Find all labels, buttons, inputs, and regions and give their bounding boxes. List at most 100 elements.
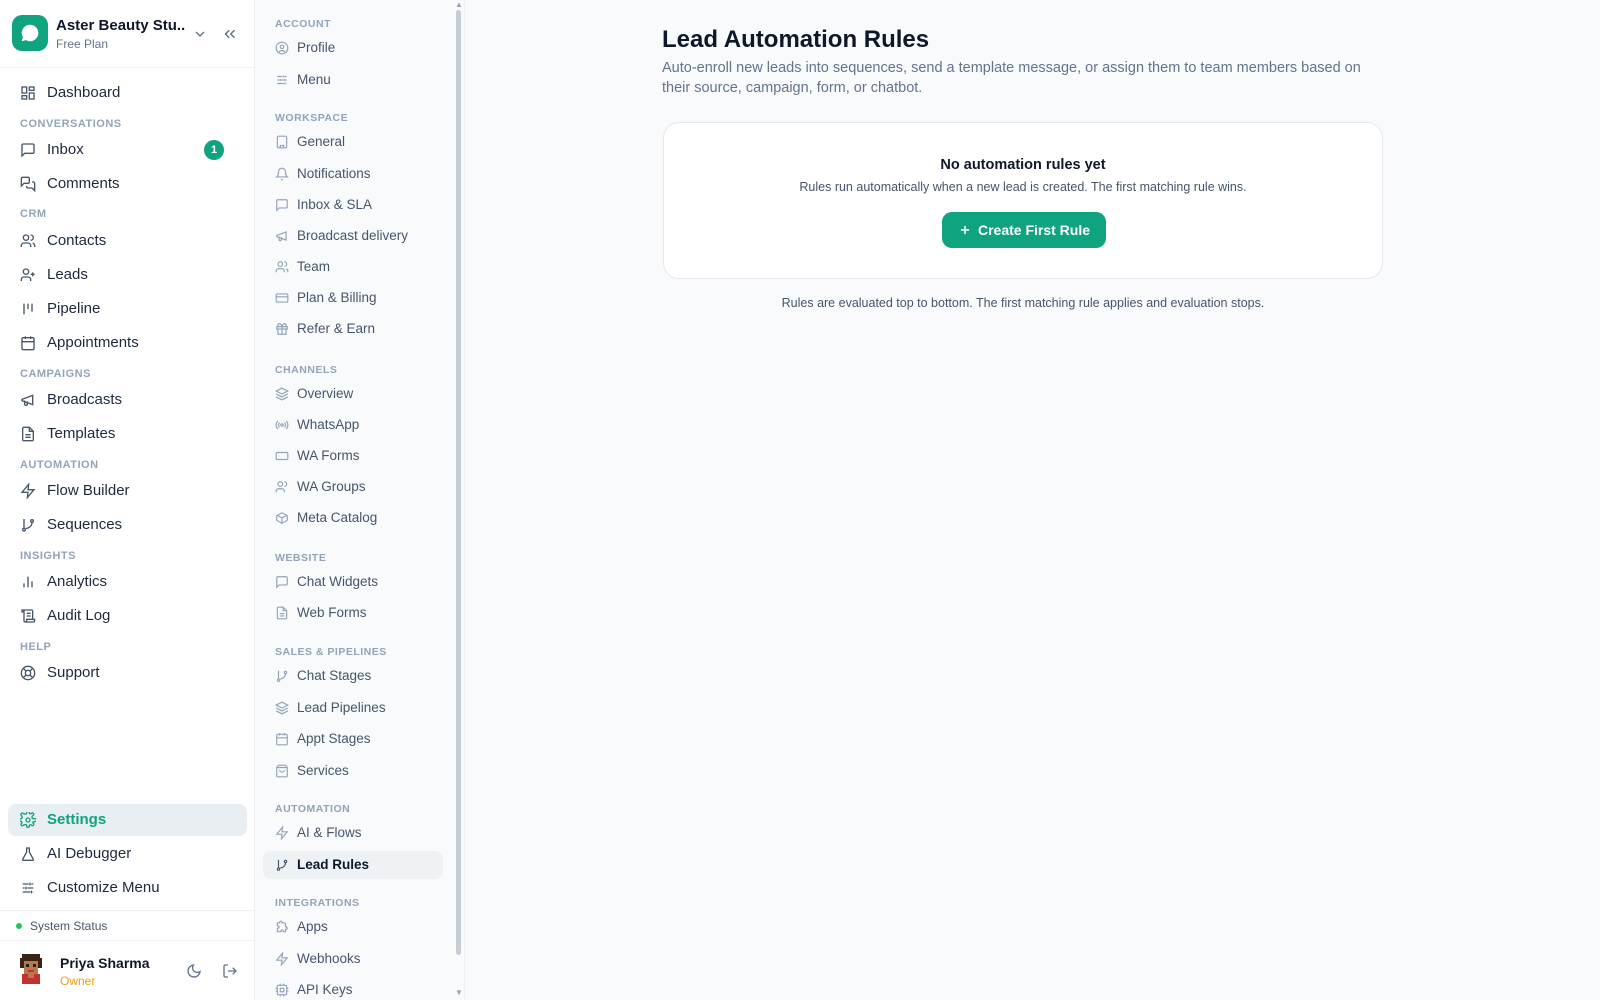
settings-item-label: AI & Flows [297, 825, 362, 840]
settings-item-whatsapp[interactable]: WhatsApp [263, 411, 443, 439]
create-first-rule-button[interactable]: Create First Rule [942, 212, 1106, 248]
sidebar-item-sequences[interactable]: Sequences [8, 509, 247, 541]
settings-item-label: Profile [297, 40, 336, 55]
scroll-up-arrow-icon[interactable]: ▲ [455, 0, 463, 9]
sliders-icon [20, 880, 36, 896]
gift-icon [275, 322, 289, 336]
message-square-icon [275, 575, 289, 589]
settings-section-workspace: WORKSPACE [275, 112, 349, 124]
scroll-down-arrow-icon[interactable]: ▼ [455, 988, 463, 997]
create-first-rule-label: Create First Rule [977, 222, 1091, 238]
settings-item-inbox-sla[interactable]: Inbox & SLA [263, 191, 443, 219]
settings-item-overview[interactable]: Overview [263, 380, 443, 408]
radio-icon [275, 418, 289, 432]
settings-item-label: Overview [297, 386, 354, 401]
main-sidebar: Aster Beauty Stu... Free Plan Dashboard … [0, 0, 255, 1000]
zap-icon [275, 826, 289, 840]
comments-icon [20, 176, 36, 192]
section-campaigns: CAMPAIGNS [20, 368, 91, 380]
settings-item-label: Inbox & SLA [297, 197, 373, 212]
settings-section-channels: CHANNELS [275, 364, 338, 376]
settings-item-broadcast-delivery[interactable]: Broadcast delivery [263, 222, 443, 250]
section-insights: INSIGHTS [20, 550, 76, 562]
workspace-switcher[interactable]: Aster Beauty Stu... Free Plan [0, 0, 255, 68]
sidebar-item-ai-debugger[interactable]: AI Debugger [8, 838, 247, 870]
section-help: HELP [20, 641, 52, 653]
users-icon [275, 260, 289, 274]
cpu-icon [275, 983, 289, 997]
settings-item-api-keys[interactable]: API Keys [263, 976, 443, 1000]
sidebar-item-contacts[interactable]: Contacts [8, 225, 247, 257]
settings-item-wa-forms[interactable]: WA Forms [263, 442, 443, 470]
collapse-sidebar-icon[interactable] [221, 25, 239, 43]
settings-item-chat-stages[interactable]: Chat Stages [263, 662, 443, 690]
sidebar-item-label: Comments [47, 175, 120, 192]
chevron-down-icon[interactable] [192, 26, 208, 42]
settings-item-web-forms[interactable]: Web Forms [263, 599, 443, 627]
git-branch-icon [275, 858, 289, 872]
evaluation-footnote: Rules are evaluated top to bottom. The f… [781, 296, 1265, 310]
sidebar-item-flow-builder[interactable]: Flow Builder [8, 475, 247, 507]
settings-item-chat-widgets[interactable]: Chat Widgets [263, 568, 443, 596]
settings-item-services[interactable]: Services [263, 757, 443, 785]
layers-icon [275, 701, 289, 715]
settings-item-menu[interactable]: Menu [263, 66, 443, 94]
settings-item-profile[interactable]: Profile [263, 34, 443, 62]
sidebar-item-support[interactable]: Support [8, 657, 247, 689]
settings-item-lead-rules[interactable]: Lead Rules [263, 851, 443, 879]
user-circle-icon [275, 41, 289, 55]
avatar[interactable] [16, 952, 46, 984]
sidebar-item-pipeline[interactable]: Pipeline [8, 293, 247, 325]
settings-item-general[interactable]: General [263, 128, 443, 156]
sidebar-item-appointments[interactable]: Appointments [8, 327, 247, 359]
settings-item-webhooks[interactable]: Webhooks [263, 945, 443, 973]
sidebar-item-label: Contacts [47, 232, 107, 249]
git-branch-icon [20, 517, 36, 533]
sidebar-item-dashboard[interactable]: Dashboard [8, 77, 247, 109]
megaphone-icon [275, 229, 289, 243]
building-icon [275, 135, 289, 149]
settings-item-label: WA Groups [297, 479, 366, 494]
empty-state-card: No automation rules yet Rules run automa… [663, 122, 1383, 279]
settings-item-refer-earn[interactable]: Refer & Earn [263, 315, 443, 343]
sidebar-item-analytics[interactable]: Analytics [8, 566, 247, 598]
sidebar-item-customize-menu[interactable]: Customize Menu [8, 872, 247, 904]
file-text-icon [275, 606, 289, 620]
users-icon [20, 233, 36, 249]
shopping-bag-icon [275, 764, 289, 778]
page-description: Auto-enroll new leads into sequences, se… [662, 60, 1361, 96]
settings-item-apps[interactable]: Apps [263, 913, 443, 941]
settings-item-label: Menu [297, 72, 331, 87]
settings-item-appt-stages[interactable]: Appt Stages [263, 725, 443, 753]
sidebar-item-inbox[interactable]: Inbox 1 [8, 134, 247, 166]
workspace-name: Aster Beauty Stu... [56, 17, 186, 34]
settings-item-meta-catalog[interactable]: Meta Catalog [263, 504, 443, 532]
settings-item-label: Broadcast delivery [297, 228, 409, 243]
settings-item-lead-pipelines[interactable]: Lead Pipelines [263, 694, 443, 722]
sidebar-item-settings[interactable]: Settings [8, 804, 247, 836]
sidebar-item-label: Audit Log [47, 607, 111, 624]
sidebar-item-label: Leads [47, 266, 88, 283]
settings-item-plan-billing[interactable]: Plan & Billing [263, 284, 443, 312]
settings-nav-scrollbar[interactable] [456, 10, 461, 955]
sidebar-item-leads[interactable]: Leads [8, 259, 247, 291]
sidebar-item-audit-log[interactable]: Audit Log [8, 600, 247, 632]
sidebar-item-broadcasts[interactable]: Broadcasts [8, 384, 247, 416]
logout-icon[interactable] [222, 963, 238, 979]
sidebar-item-label: Pipeline [47, 300, 101, 317]
calendar-icon [275, 732, 289, 746]
file-text-icon [20, 426, 36, 442]
settings-item-ai-flows[interactable]: AI & Flows [263, 819, 443, 847]
settings-item-notifications[interactable]: Notifications [263, 160, 443, 188]
user-profile: Priya Sharma Owner [0, 940, 255, 1000]
settings-item-wa-groups[interactable]: WA Groups [263, 473, 443, 501]
sidebar-item-label: Settings [47, 811, 107, 828]
settings-item-label: Meta Catalog [297, 510, 378, 525]
settings-item-team[interactable]: Team [263, 253, 443, 281]
sidebar-item-comments[interactable]: Comments [8, 168, 247, 200]
status-dot-icon [16, 923, 22, 929]
sidebar-item-templates[interactable]: Templates [8, 418, 247, 450]
moon-icon[interactable] [186, 963, 202, 979]
pipeline-icon [20, 301, 36, 317]
system-status[interactable]: System Status [0, 910, 255, 940]
